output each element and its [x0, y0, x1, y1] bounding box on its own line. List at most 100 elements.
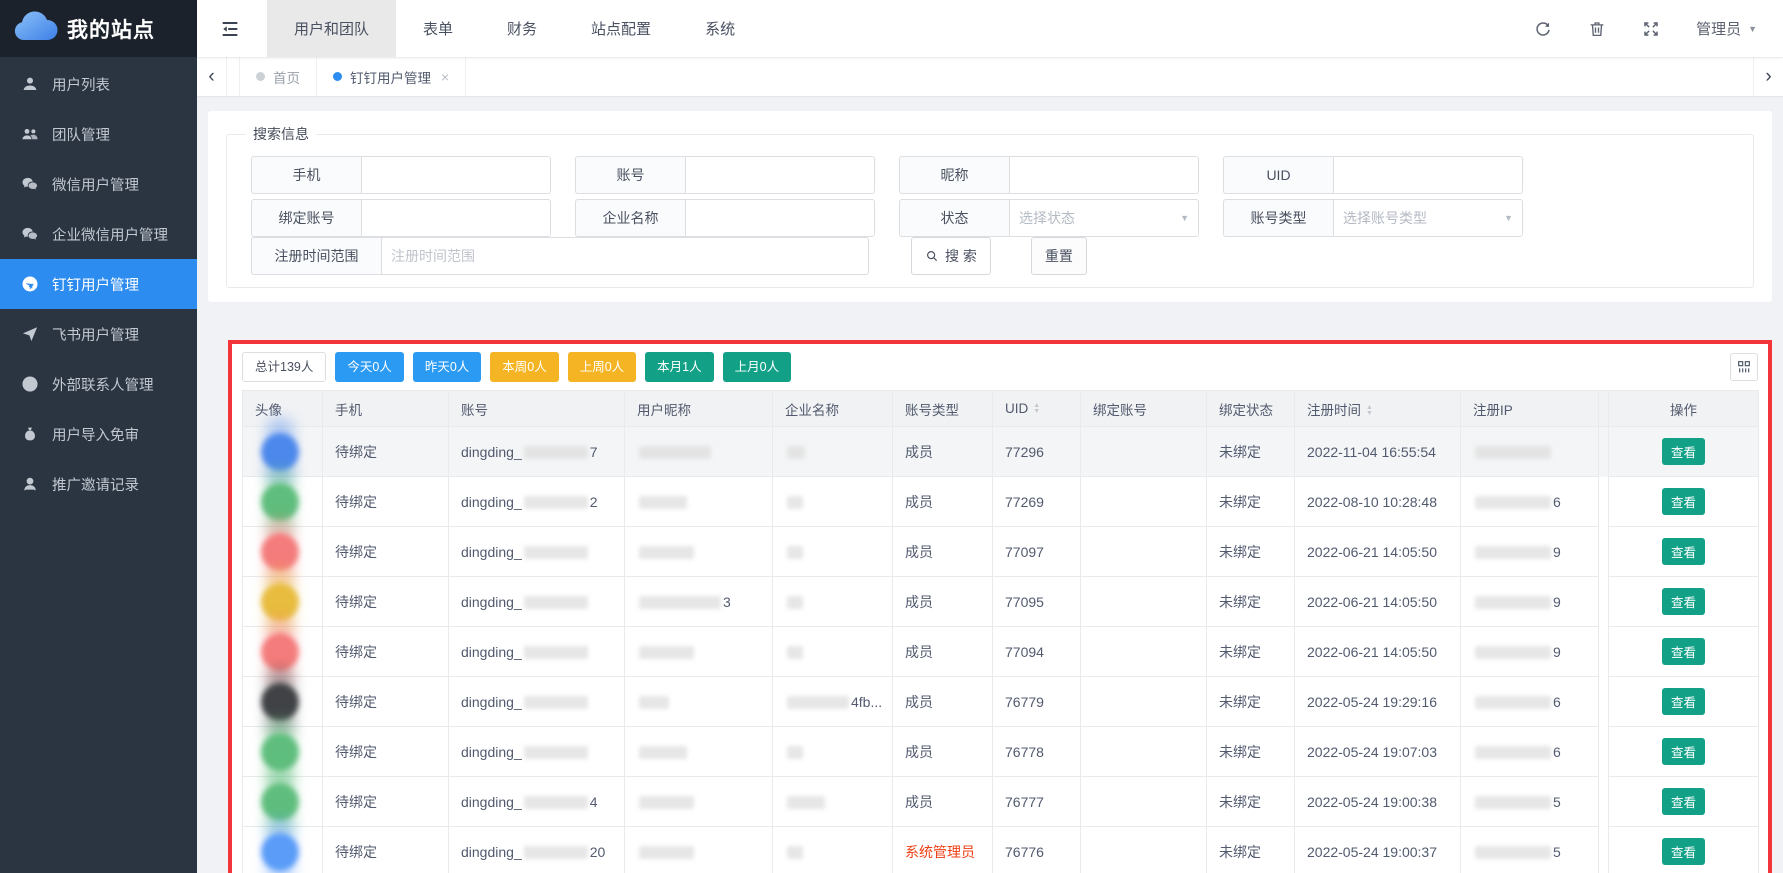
account-type-cell: 成员 [893, 727, 993, 777]
field-账号: 账号 [575, 156, 875, 194]
sidebar-item-6[interactable]: 飞书用户管理 [0, 309, 197, 359]
register-time-range-field: 注册时间范围 [251, 237, 869, 275]
account-type-cell: 成员 [893, 477, 993, 527]
sidebar-item-5[interactable]: 钉钉用户管理 [0, 259, 197, 309]
view-button[interactable]: 查看 [1662, 788, 1705, 815]
field-select[interactable]: 选择状态▼ [1009, 199, 1199, 237]
stat-badge-7[interactable]: 上月0人 [723, 352, 791, 382]
sidebar-item-8[interactable]: 用户导入免审 [0, 409, 197, 459]
view-button[interactable]: 查看 [1662, 738, 1705, 765]
field-input[interactable] [371, 210, 541, 226]
view-button[interactable]: 查看 [1662, 588, 1705, 615]
field-label: UID [1223, 156, 1333, 194]
page-tab-2[interactable]: 钉钉用户管理× [317, 57, 466, 96]
search-button[interactable]: 搜 索 [911, 237, 991, 275]
tabs-scroll-left-icon[interactable]: ‹ [197, 57, 227, 96]
field-label: 绑定账号 [251, 199, 361, 237]
col-header-UID[interactable]: UID▲▼ [993, 391, 1081, 427]
table-toolbar: 总计139人今天0人昨天0人本周0人上周0人本月1人上月0人 [242, 344, 1758, 390]
stat-badge-6[interactable]: 本月1人 [645, 352, 713, 382]
trash-icon[interactable] [1588, 20, 1606, 38]
col-header-注册IP: 注册IP [1461, 391, 1599, 427]
sidebar-item-label: 团队管理 [52, 124, 110, 145]
reset-button[interactable]: 重置 [1031, 237, 1087, 275]
page-tab-1[interactable]: 首页 [239, 57, 317, 96]
fixed-column-separator [1599, 677, 1609, 727]
top-nav-tab-1[interactable]: 用户和团队 [267, 0, 396, 57]
uid-cell: 76778 [993, 727, 1081, 777]
reg-time-cell: 2022-06-21 14:05:50 [1295, 627, 1461, 677]
top-header: 用户和团队表单财务站点配置系统 管理员 ▼ [197, 0, 1783, 57]
stat-badge-3[interactable]: 昨天0人 [413, 352, 481, 382]
invite-icon [21, 475, 39, 493]
sidebar-item-7[interactable]: 外部联系人管理 [0, 359, 197, 409]
sidebar-item-3[interactable]: 微信用户管理 [0, 159, 197, 209]
top-nav-tab-3[interactable]: 财务 [480, 0, 564, 57]
stat-badge-2[interactable]: 今天0人 [335, 352, 403, 382]
collapse-menu-icon[interactable] [197, 0, 267, 57]
col-header-企业名称: 企业名称 [773, 391, 893, 427]
column-display-icon[interactable] [1730, 353, 1758, 381]
reg-ip-cell: 5 [1461, 777, 1599, 827]
field-select[interactable]: 选择账号类型▼ [1333, 199, 1523, 237]
field-UID: UID [1223, 156, 1523, 194]
field-input[interactable] [695, 167, 865, 183]
field-input[interactable] [695, 210, 865, 226]
fullscreen-icon[interactable] [1642, 20, 1660, 38]
top-nav-tab-2[interactable]: 表单 [396, 0, 480, 57]
bind-account-cell [1081, 827, 1207, 873]
sort-icon[interactable]: ▲▼ [1366, 405, 1373, 417]
top-nav-tab-5[interactable]: 系统 [678, 0, 762, 57]
view-button[interactable]: 查看 [1662, 838, 1705, 865]
uid-cell: 76779 [993, 677, 1081, 727]
field-input[interactable] [1343, 167, 1513, 183]
sort-icon[interactable]: ▲▼ [1033, 403, 1040, 415]
stat-badge-5[interactable]: 上周0人 [568, 352, 636, 382]
phone-cell: 待绑定 [323, 627, 449, 677]
tab-close-icon[interactable]: × [441, 69, 449, 85]
admin-dropdown[interactable]: 管理员 ▼ [1696, 18, 1757, 39]
col-header-账号: 账号 [449, 391, 625, 427]
bind-account-cell [1081, 577, 1207, 627]
stat-badge-1[interactable]: 总计139人 [242, 352, 326, 382]
table-row-3: 待绑定dingding_成员77097未绑定2022-06-21 14:05:5… [243, 527, 1759, 577]
reg-ip-cell: 9 [1461, 527, 1599, 577]
page-tabs: 首页钉钉用户管理× [227, 57, 466, 96]
bind-account-cell [1081, 727, 1207, 777]
sidebar-item-label: 用户导入免审 [52, 424, 139, 445]
tabs-scroll-right-icon[interactable]: › [1753, 57, 1783, 96]
table-body: 待绑定dingding_7成员77296未绑定2022-11-04 16:55:… [243, 427, 1759, 873]
search-icon [925, 249, 939, 263]
sidebar-item-4[interactable]: 企业微信用户管理 [0, 209, 197, 259]
account-cell: dingding_ [449, 627, 625, 677]
import-icon [21, 425, 39, 443]
nickname-cell [625, 477, 773, 527]
bind-account-cell [1081, 627, 1207, 677]
view-button[interactable]: 查看 [1662, 488, 1705, 515]
table-row-4: 待绑定dingding_3成员77095未绑定2022-06-21 14:05:… [243, 577, 1759, 627]
field-input[interactable] [371, 167, 541, 183]
top-nav-tab-4[interactable]: 站点配置 [564, 0, 678, 57]
view-button[interactable]: 查看 [1662, 688, 1705, 715]
view-button[interactable]: 查看 [1662, 438, 1705, 465]
sidebar-item-1[interactable]: 用户列表 [0, 59, 197, 109]
account-type-cell: 成员 [893, 527, 993, 577]
sidebar-item-9[interactable]: 推广邀请记录 [0, 459, 197, 509]
sidebar: 我的站点 用户列表团队管理微信用户管理企业微信用户管理钉钉用户管理飞书用户管理外… [0, 0, 197, 873]
field-label: 账号 [575, 156, 685, 194]
avatar [261, 733, 299, 771]
field-label: 昵称 [899, 156, 1009, 194]
col-header-注册时间[interactable]: 注册时间▲▼ [1295, 391, 1461, 427]
field-input[interactable] [1019, 167, 1189, 183]
reg-time-cell: 2022-05-24 19:00:37 [1295, 827, 1461, 873]
view-button[interactable]: 查看 [1662, 638, 1705, 665]
account-cell: dingding_7 [449, 427, 625, 477]
register-time-range-input[interactable] [391, 248, 859, 264]
fixed-column-separator [1599, 427, 1609, 477]
sidebar-item-2[interactable]: 团队管理 [0, 109, 197, 159]
view-button[interactable]: 查看 [1662, 538, 1705, 565]
refresh-icon[interactable] [1534, 20, 1552, 38]
stat-badge-4[interactable]: 本周0人 [490, 352, 558, 382]
account-type-cell: 系统管理员 [893, 827, 993, 873]
company-cell [773, 727, 893, 777]
